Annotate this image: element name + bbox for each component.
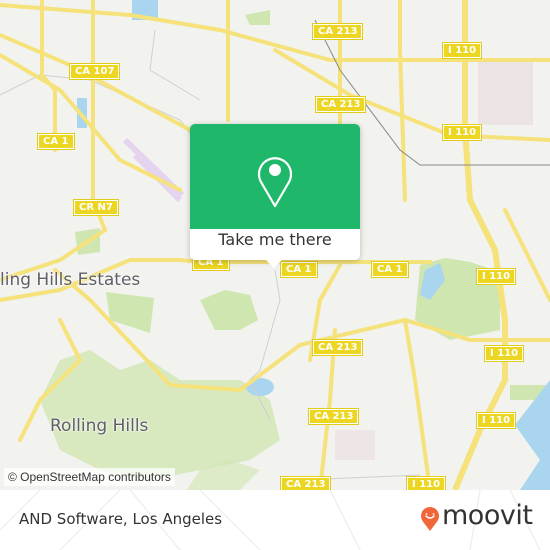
map-canvas[interactable]: ling Hills Estates Rolling Hills CA 213 … — [0, 0, 550, 490]
take-me-there-button[interactable]: Take me there — [190, 230, 360, 249]
road-shield: I 110 — [441, 124, 483, 141]
road-shield: CR N7 — [73, 199, 119, 216]
location-title: AND Software, Los Angeles — [19, 510, 223, 528]
road — [403, 318, 432, 490]
road-shield: CA 213 — [311, 23, 364, 40]
park — [245, 10, 270, 25]
brand-name: moovit — [442, 500, 533, 531]
road-shield: CA 1 — [37, 133, 75, 150]
landuse-area — [335, 430, 375, 460]
road-shield: CA 1 — [280, 261, 318, 278]
popup-pointer — [264, 258, 284, 268]
airport — [122, 137, 185, 203]
park — [40, 350, 280, 480]
map-attribution[interactable]: © OpenStreetMap contributors — [4, 468, 175, 486]
road-shield: CA 213 — [311, 339, 364, 356]
road-shield: CA 213 — [279, 476, 332, 490]
landuse-area — [478, 60, 533, 125]
road — [503, 208, 550, 302]
road-shield: I 110 — [475, 268, 517, 285]
popup-header[interactable] — [190, 124, 360, 229]
place-label: ling Hills Estates — [0, 270, 141, 290]
road-shield: CA 107 — [68, 63, 121, 80]
road — [398, 0, 407, 202]
road-shield: I 110 — [475, 412, 517, 429]
place-label: Rolling Hills — [50, 416, 149, 436]
footer-bar: AND Software, Los Angeles moovit — [0, 490, 550, 550]
road-shield: I 110 — [405, 476, 447, 490]
road-shield: CA 213 — [314, 96, 367, 113]
park — [200, 290, 258, 330]
map-pin-icon — [257, 157, 293, 208]
road-shield: I 110 — [483, 345, 525, 362]
road-shield: CA 1 — [371, 261, 409, 278]
road — [0, 74, 211, 161]
take-me-there-popup[interactable]: Take me there — [190, 124, 360, 268]
road — [40, 0, 57, 152]
road — [149, 29, 201, 101]
road-shield: I 110 — [441, 42, 483, 59]
road-shield: CA 213 — [307, 408, 360, 425]
moovit-pin-icon — [421, 507, 439, 531]
